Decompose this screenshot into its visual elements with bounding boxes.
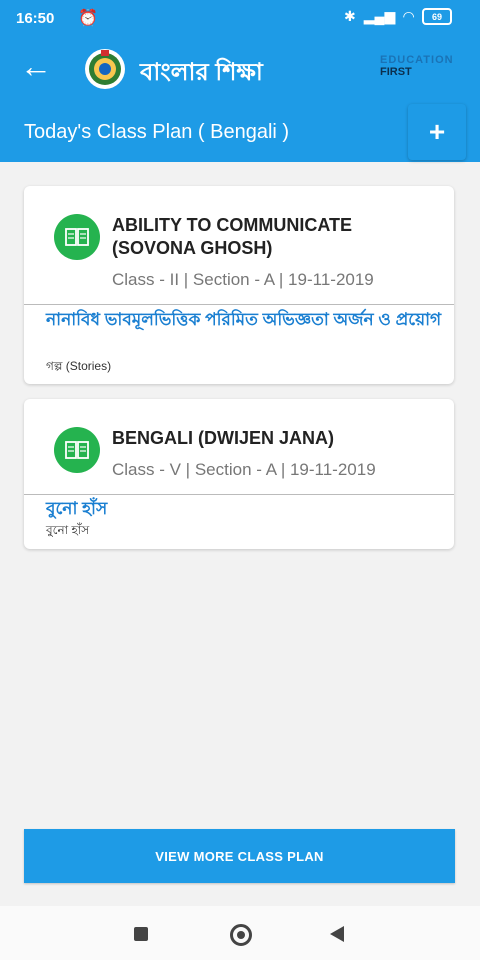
card-subject: ABILITY TO COMMUNICATE (SOVONA GHOSH) (112, 215, 352, 258)
card-divider (24, 304, 454, 305)
brand-top: EDUCATION (380, 54, 454, 66)
view-more-button[interactable]: VIEW MORE CLASS PLAN (24, 829, 455, 883)
page-title: Today's Class Plan ( Bengali ) (24, 121, 290, 143)
govt-logo (85, 49, 125, 89)
battery-icon: 69 (422, 8, 452, 25)
card-topic: নানাবিধ ভাবমূলভিত্তিক পরিমিত অভিজ্ঞতা অর… (46, 310, 442, 329)
card-subject: BENGALI (DWIJEN JANA) (112, 428, 335, 448)
home-icon[interactable] (230, 924, 252, 946)
app-title: বাংলার শিক্ষা (140, 59, 263, 86)
card-divider (24, 494, 454, 495)
wifi-icon: ◠ (403, 8, 414, 24)
bluetooth-icon: ✱ (344, 8, 356, 24)
add-class-plan-button[interactable]: + (408, 104, 466, 160)
card-topic: বুনো হাঁস (46, 499, 108, 518)
signal-icon: ▂▄▆ (363, 8, 396, 24)
education-first-logo: EDUCATION FIRST (380, 54, 454, 78)
card-topic-sub: বুনো হাঁস (46, 523, 90, 537)
card-topic-sub: গল্প (Stories) (46, 359, 112, 373)
app-bar: ← বাংলার শিক্ষা EDUCATION FIRST (0, 36, 480, 102)
book-icon (54, 427, 100, 473)
brand-bottom: FIRST (380, 66, 412, 78)
back-icon[interactable] (330, 926, 344, 942)
class-plan-card[interactable]: ABILITY TO COMMUNICATE (SOVONA GHOSH) Cl… (24, 186, 454, 384)
system-nav-bar (0, 906, 480, 960)
card-meta: Class - II | Section - A | 19-11-2019 (112, 270, 374, 289)
book-icon (54, 214, 100, 260)
class-plan-card[interactable]: BENGALI (DWIJEN JANA) Class - V | Sectio… (24, 399, 454, 549)
back-arrow-icon[interactable]: ← (20, 50, 52, 82)
card-meta: Class - V | Section - A | 19-11-2019 (112, 460, 376, 479)
alarm-icon: ⏰ (78, 10, 98, 27)
recents-icon[interactable] (134, 927, 148, 941)
status-icons: ✱ ▂▄▆ ◠ 69 (344, 8, 452, 25)
status-bar: 16:50 ⏰ ✱ ▂▄▆ ◠ 69 (0, 0, 480, 36)
status-time: 16:50 (16, 10, 55, 27)
